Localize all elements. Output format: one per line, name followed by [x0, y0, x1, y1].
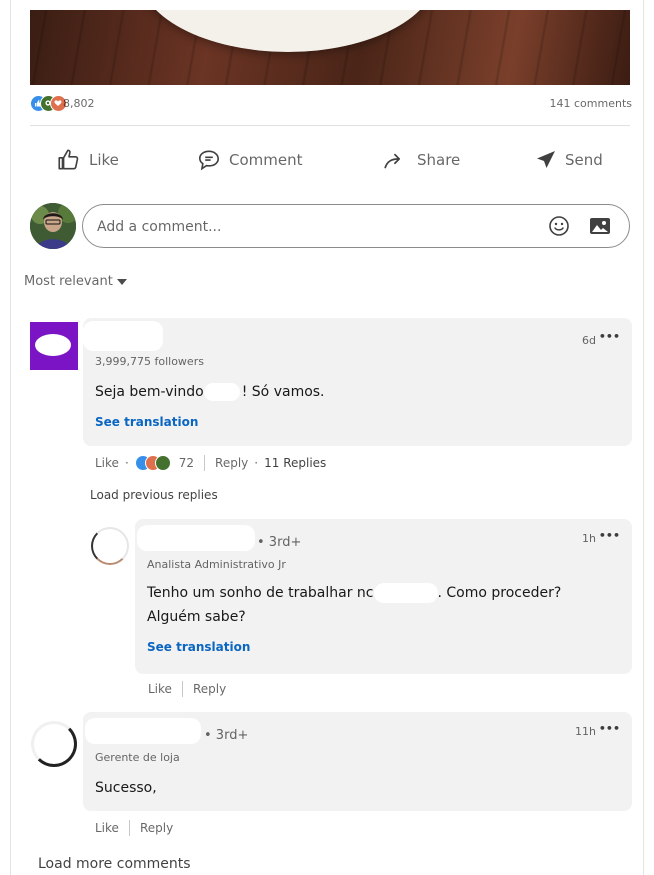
- company-avatar[interactable]: [30, 322, 78, 370]
- more-options-icon[interactable]: •••: [599, 330, 620, 343]
- comment-button[interactable]: Comment: [196, 142, 303, 178]
- send-button[interactable]: Send: [534, 142, 603, 178]
- emoji-icon[interactable]: [548, 215, 570, 241]
- reply-reply-button[interactable]: Reply: [193, 682, 226, 696]
- current-user-avatar[interactable]: [30, 203, 76, 249]
- comment-time: 6d: [582, 334, 596, 347]
- comment-label: Comment: [229, 151, 303, 169]
- comment-text-part1: Seja bem-vindo: [95, 384, 204, 400]
- reply-text-part1: Tenho um sonho de trabalhar nc: [147, 585, 374, 601]
- comment-reply-button[interactable]: Reply: [140, 821, 173, 835]
- comment-text: Seja bem-vindo ! Só vamos.: [95, 381, 325, 403]
- comment-reaction-count[interactable]: 72: [179, 456, 194, 470]
- replies-count-link[interactable]: 11 Replies: [264, 456, 326, 470]
- reply-author-avatar[interactable]: [91, 527, 129, 565]
- sort-dropdown[interactable]: Most relevant: [24, 274, 127, 289]
- load-previous-replies[interactable]: Load previous replies: [90, 488, 218, 502]
- comment-time: 11h: [575, 725, 596, 738]
- connection-degree: • 3rd+: [257, 535, 302, 550]
- sort-label: Most relevant: [24, 274, 113, 289]
- commenter-avatar[interactable]: [31, 721, 77, 767]
- reply-text-line2: Alguém sabe?: [147, 609, 246, 625]
- reply-text-part2: . Como proceder?: [437, 585, 562, 601]
- like-label: Like: [89, 151, 119, 169]
- comment-bubble: 6d ••• 3,999,775 followers Seja bem-vind…: [83, 318, 632, 446]
- redacted-mention: [203, 383, 240, 401]
- social-counts: 8,802 141 comments: [30, 94, 632, 116]
- separator-dot: ·: [254, 456, 259, 470]
- reply-text: Tenho um sonho de trabalhar nc . Como pro…: [147, 582, 561, 604]
- comment-icon: [198, 150, 220, 171]
- vertical-divider: [204, 455, 206, 471]
- reactions-count[interactable]: 8,802: [63, 97, 95, 110]
- more-options-icon[interactable]: •••: [599, 529, 620, 542]
- redacted-author-name: [83, 321, 163, 351]
- reply-actions: Like Reply: [148, 680, 226, 698]
- card-left-border: [10, 0, 11, 875]
- more-options-icon[interactable]: •••: [599, 722, 620, 735]
- divider: [30, 125, 630, 126]
- see-translation-link[interactable]: See translation: [95, 415, 198, 429]
- share-label: Share: [417, 151, 461, 169]
- share-button[interactable]: Share: [382, 142, 460, 178]
- author-headline: Analista Administrativo Jr: [147, 558, 286, 571]
- vertical-divider: [128, 820, 130, 836]
- comment-actions: Like Reply: [95, 819, 173, 837]
- reply-like-button[interactable]: Like: [148, 682, 172, 696]
- reply-time: 1h: [582, 532, 596, 545]
- comment-text-part2: ! Só vamos.: [241, 384, 325, 400]
- redacted-author-name: [85, 718, 201, 744]
- load-more-comments-button[interactable]: Load more comments: [38, 856, 191, 872]
- plate-graphic: [138, 10, 438, 52]
- comments-count[interactable]: 141 comments: [550, 97, 632, 110]
- redacted-author-name: [137, 525, 255, 551]
- send-label: Send: [565, 151, 603, 169]
- comment-actions: Like · 72 Reply · 11 Replies: [95, 454, 326, 472]
- send-icon: [537, 151, 555, 168]
- redacted-mention: [373, 583, 438, 603]
- card-right-border: [643, 0, 644, 875]
- author-followers: 3,999,775 followers: [95, 355, 204, 368]
- comment-like-button[interactable]: Like: [95, 456, 119, 470]
- connection-degree: • 3rd+: [204, 728, 249, 743]
- comment-bubble: • 3rd+ 11h ••• Gerente de loja Sucesso,: [83, 712, 632, 811]
- post-image[interactable]: [30, 10, 630, 85]
- caret-down-icon: [116, 278, 127, 285]
- thumbs-up-icon: [58, 149, 79, 170]
- comment-like-button[interactable]: Like: [95, 821, 119, 835]
- company-logo-shape: [35, 334, 71, 356]
- separator-dot: ·: [124, 456, 129, 470]
- comment-reply-button[interactable]: Reply: [215, 456, 248, 470]
- vertical-divider: [181, 681, 183, 697]
- like-button[interactable]: Like: [56, 142, 119, 178]
- see-translation-link[interactable]: See translation: [147, 640, 250, 654]
- comment-reaction-icons[interactable]: [134, 455, 175, 471]
- image-icon[interactable]: [589, 216, 611, 240]
- celebrate-reaction-icon: [154, 455, 171, 471]
- comment-text: Sucesso,: [95, 780, 157, 796]
- reply-bubble: • 3rd+ 1h ••• Analista Administrativo Jr…: [135, 519, 632, 674]
- comment-input[interactable]: [95, 215, 529, 239]
- author-headline: Gerente de loja: [95, 751, 180, 764]
- comment-composer[interactable]: [82, 204, 630, 248]
- share-arrow-icon: [384, 153, 401, 169]
